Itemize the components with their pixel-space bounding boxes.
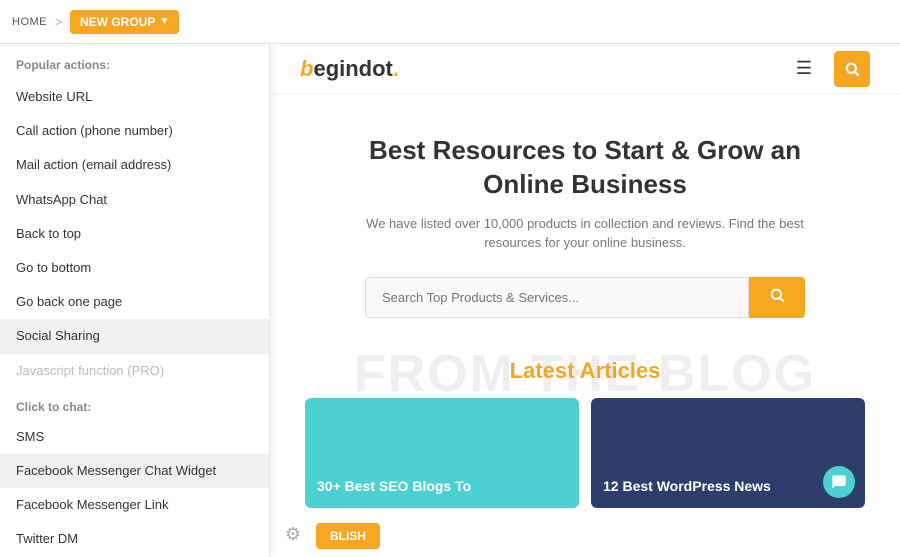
hamburger-icon: ☰ bbox=[796, 58, 812, 79]
click-to-chat-label: Click to chat: bbox=[0, 388, 269, 420]
hamburger-menu-button[interactable]: ☰ bbox=[786, 51, 822, 87]
chevron-down-icon: ▼ bbox=[159, 16, 169, 27]
blog-cards: 30+ Best SEO Blogs To 12 Best WordPress … bbox=[305, 398, 865, 508]
publish-button[interactable]: BLISH bbox=[316, 523, 380, 549]
sidebar-item-back-to-top[interactable]: Back to top bbox=[0, 217, 269, 251]
sidebar-item-social-sharing[interactable]: Social Sharing bbox=[0, 319, 269, 353]
blog-card-seo-title: 30+ Best SEO Blogs To bbox=[317, 477, 471, 495]
sidebar-item-whatsapp-chat[interactable]: WhatsApp Chat bbox=[0, 183, 269, 217]
new-group-button[interactable]: NEW GROUP ▼ bbox=[70, 10, 179, 34]
header-search-button[interactable] bbox=[834, 51, 870, 87]
main-content: begindot. ☰ Best Resources to Start & Gr… bbox=[270, 44, 900, 557]
search-icon bbox=[844, 61, 860, 77]
sidebar-item-go-to-bottom[interactable]: Go to bottom bbox=[0, 251, 269, 285]
latest-articles-heading: Latest Articles bbox=[305, 358, 865, 384]
sidebar-item-mail-action[interactable]: Mail action (email address) bbox=[0, 148, 269, 182]
blog-card-wordpress-title: 12 Best WordPress News bbox=[603, 477, 771, 495]
gear-settings-button[interactable]: ⚙ bbox=[278, 519, 308, 549]
sidebar-item-facebook-messenger-link[interactable]: Facebook Messenger Link bbox=[0, 488, 269, 522]
sidebar-item-call-action[interactable]: Call action (phone number) bbox=[0, 114, 269, 148]
hero-subtitle: We have listed over 10,000 products in c… bbox=[345, 214, 825, 253]
header-icons: ☰ bbox=[786, 51, 870, 87]
sidebar-panel: Popular actions: Website URL Call action… bbox=[0, 44, 270, 557]
search-button[interactable] bbox=[749, 277, 805, 318]
top-bar: HOME > NEW GROUP ▼ bbox=[0, 0, 900, 44]
logo[interactable]: begindot. bbox=[300, 56, 399, 82]
gear-icon: ⚙ bbox=[285, 524, 301, 545]
hero-section: Best Resources to Start & Grow an Online… bbox=[345, 134, 825, 348]
sidebar-item-website-url[interactable]: Website URL bbox=[0, 80, 269, 114]
sidebar-item-twitter-dm[interactable]: Twitter DM bbox=[0, 522, 269, 556]
breadcrumb-home[interactable]: HOME bbox=[12, 16, 47, 28]
blog-card-seo[interactable]: 30+ Best SEO Blogs To bbox=[305, 398, 579, 508]
sidebar-item-sms[interactable]: SMS bbox=[0, 420, 269, 454]
sidebar-item-javascript-function: Javascript function (PRO) bbox=[0, 354, 269, 388]
chat-icon bbox=[831, 474, 847, 490]
popular-actions-label: Popular actions: bbox=[0, 44, 269, 80]
blog-card-wordpress[interactable]: 12 Best WordPress News bbox=[591, 398, 865, 508]
search-button-icon bbox=[769, 287, 785, 303]
sidebar-item-facebook-messenger-widget[interactable]: Facebook Messenger Chat Widget bbox=[0, 454, 269, 488]
search-bar bbox=[365, 277, 805, 318]
hero-title: Best Resources to Start & Grow an Online… bbox=[345, 134, 825, 202]
sidebar-item-go-back-one-page[interactable]: Go back one page bbox=[0, 285, 269, 319]
search-input[interactable] bbox=[365, 277, 749, 318]
blog-section: FROM THE BLOG Latest Articles 30+ Best S… bbox=[305, 358, 865, 508]
site-header: begindot. ☰ bbox=[270, 44, 900, 94]
breadcrumb-separator: > bbox=[55, 15, 62, 29]
chat-bubble-icon[interactable] bbox=[823, 466, 855, 498]
new-group-label: NEW GROUP bbox=[80, 15, 155, 29]
main-layout: Popular actions: Website URL Call action… bbox=[0, 44, 900, 557]
